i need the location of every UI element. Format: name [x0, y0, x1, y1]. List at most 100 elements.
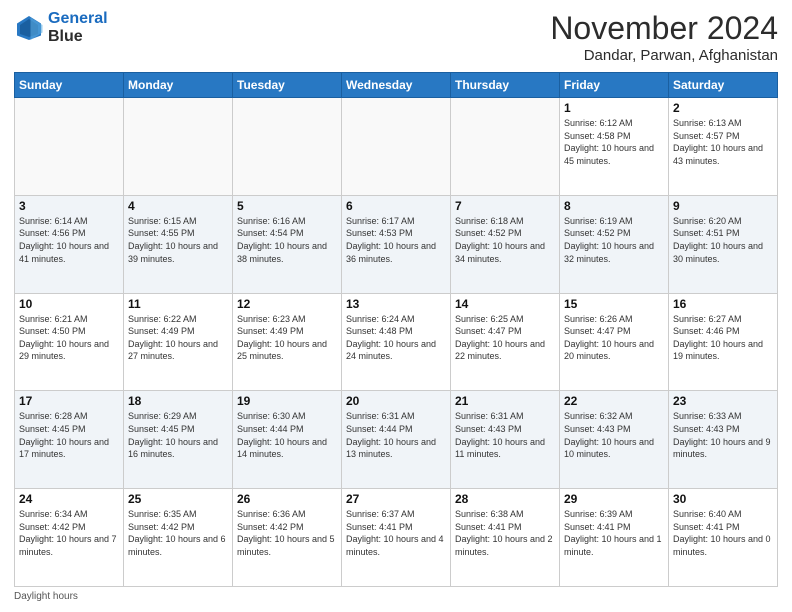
- day-number: 25: [128, 492, 228, 506]
- footer: Daylight hours: [14, 591, 778, 602]
- day-info: Sunrise: 6:35 AM Sunset: 4:42 PM Dayligh…: [128, 508, 228, 558]
- day-number: 19: [237, 394, 337, 408]
- day-info: Sunrise: 6:39 AM Sunset: 4:41 PM Dayligh…: [564, 508, 664, 558]
- day-number: 23: [673, 394, 773, 408]
- day-number: 28: [455, 492, 555, 506]
- day-info: Sunrise: 6:27 AM Sunset: 4:46 PM Dayligh…: [673, 313, 773, 363]
- day-number: 3: [19, 199, 119, 213]
- logo-text: General Blue: [48, 10, 108, 45]
- day-number: 11: [128, 297, 228, 311]
- dow-header-tuesday: Tuesday: [233, 73, 342, 98]
- calendar-cell: 28 Sunrise: 6:38 AM Sunset: 4:41 PM Dayli…: [451, 489, 560, 587]
- day-info: Sunrise: 6:38 AM Sunset: 4:41 PM Dayligh…: [455, 508, 555, 558]
- day-number: 27: [346, 492, 446, 506]
- week-row-4: 17Sunrise: 6:28 AM Sunset: 4:45 PM Dayli…: [15, 391, 778, 489]
- day-number: 17: [19, 394, 119, 408]
- daylight-label: Daylight hours: [14, 591, 78, 602]
- day-info: Sunrise: 6:34 AM Sunset: 4:42 PM Dayligh…: [19, 508, 119, 558]
- day-of-week-row: SundayMondayTuesdayWednesdayThursdayFrid…: [15, 73, 778, 98]
- day-number: 6: [346, 199, 446, 213]
- day-number: 26: [237, 492, 337, 506]
- day-number: 2: [673, 101, 773, 115]
- day-info: Sunrise: 6:25 AM Sunset: 4:47 PM Dayligh…: [455, 313, 555, 363]
- day-number: 10: [19, 297, 119, 311]
- calendar-cell: 27 Sunrise: 6:37 AM Sunset: 4:41 PM Dayli…: [342, 489, 451, 587]
- calendar-cell: 15 Sunrise: 6:26 AM Sunset: 4:47 PM Dayli…: [560, 293, 669, 391]
- day-info: Sunrise: 6:23 AM Sunset: 4:49 PM Dayligh…: [237, 313, 337, 363]
- calendar-cell: 8Sunrise: 6:19 AM Sunset: 4:52 PM Daylig…: [560, 195, 669, 293]
- title-block: November 2024 Dandar, Parwan, Afghanista…: [550, 10, 778, 64]
- logo: General Blue: [14, 10, 108, 45]
- day-number: 21: [455, 394, 555, 408]
- calendar-cell: 1 Sunrise: 6:12 AM Sunset: 4:58 PM Daylig…: [560, 98, 669, 196]
- dow-header-wednesday: Wednesday: [342, 73, 451, 98]
- dow-header-saturday: Saturday: [669, 73, 778, 98]
- calendar-cell: [124, 98, 233, 196]
- dow-header-friday: Friday: [560, 73, 669, 98]
- calendar-cell: 6Sunrise: 6:17 AM Sunset: 4:53 PM Daylig…: [342, 195, 451, 293]
- month-title: November 2024: [550, 10, 778, 47]
- page: General Blue November 2024 Dandar, Parwa…: [0, 0, 792, 612]
- calendar-cell: 30 Sunrise: 6:40 AM Sunset: 4:41 PM Dayli…: [669, 489, 778, 587]
- calendar-cell: 9 Sunrise: 6:20 AM Sunset: 4:51 PM Daylig…: [669, 195, 778, 293]
- logo-icon: [14, 13, 44, 43]
- dow-header-monday: Monday: [124, 73, 233, 98]
- day-number: 13: [346, 297, 446, 311]
- calendar-cell: 26 Sunrise: 6:36 AM Sunset: 4:42 PM Dayli…: [233, 489, 342, 587]
- calendar-cell: 19 Sunrise: 6:30 AM Sunset: 4:44 PM Dayli…: [233, 391, 342, 489]
- calendar-cell: 16 Sunrise: 6:27 AM Sunset: 4:46 PM Dayli…: [669, 293, 778, 391]
- day-info: Sunrise: 6:20 AM Sunset: 4:51 PM Dayligh…: [673, 215, 773, 265]
- day-number: 20: [346, 394, 446, 408]
- day-info: Sunrise: 6:37 AM Sunset: 4:41 PM Dayligh…: [346, 508, 446, 558]
- day-number: 12: [237, 297, 337, 311]
- day-number: 7: [455, 199, 555, 213]
- day-info: Sunrise: 6:12 AM Sunset: 4:58 PM Dayligh…: [564, 117, 664, 167]
- week-row-1: 1 Sunrise: 6:12 AM Sunset: 4:58 PM Daylig…: [15, 98, 778, 196]
- calendar-cell: 11 Sunrise: 6:22 AM Sunset: 4:49 PM Dayli…: [124, 293, 233, 391]
- calendar: SundayMondayTuesdayWednesdayThursdayFrid…: [14, 72, 778, 587]
- calendar-cell: 24 Sunrise: 6:34 AM Sunset: 4:42 PM Dayli…: [15, 489, 124, 587]
- calendar-cell: 10Sunrise: 6:21 AM Sunset: 4:50 PM Dayli…: [15, 293, 124, 391]
- day-info: Sunrise: 6:22 AM Sunset: 4:49 PM Dayligh…: [128, 313, 228, 363]
- calendar-cell: [451, 98, 560, 196]
- day-info: Sunrise: 6:30 AM Sunset: 4:44 PM Dayligh…: [237, 410, 337, 460]
- calendar-body: 1 Sunrise: 6:12 AM Sunset: 4:58 PM Daylig…: [15, 98, 778, 587]
- calendar-cell: 14Sunrise: 6:25 AM Sunset: 4:47 PM Dayli…: [451, 293, 560, 391]
- day-info: Sunrise: 6:26 AM Sunset: 4:47 PM Dayligh…: [564, 313, 664, 363]
- day-number: 4: [128, 199, 228, 213]
- calendar-cell: 21Sunrise: 6:31 AM Sunset: 4:43 PM Dayli…: [451, 391, 560, 489]
- location-title: Dandar, Parwan, Afghanistan: [550, 47, 778, 64]
- calendar-cell: [15, 98, 124, 196]
- day-number: 24: [19, 492, 119, 506]
- day-info: Sunrise: 6:24 AM Sunset: 4:48 PM Dayligh…: [346, 313, 446, 363]
- day-number: 30: [673, 492, 773, 506]
- calendar-cell: 23 Sunrise: 6:33 AM Sunset: 4:43 PM Dayli…: [669, 391, 778, 489]
- day-info: Sunrise: 6:40 AM Sunset: 4:41 PM Dayligh…: [673, 508, 773, 558]
- calendar-cell: [233, 98, 342, 196]
- day-number: 9: [673, 199, 773, 213]
- calendar-cell: 20 Sunrise: 6:31 AM Sunset: 4:44 PM Dayli…: [342, 391, 451, 489]
- day-info: Sunrise: 6:33 AM Sunset: 4:43 PM Dayligh…: [673, 410, 773, 460]
- calendar-cell: 4 Sunrise: 6:15 AM Sunset: 4:55 PM Daylig…: [124, 195, 233, 293]
- day-info: Sunrise: 6:15 AM Sunset: 4:55 PM Dayligh…: [128, 215, 228, 265]
- calendar-cell: 2 Sunrise: 6:13 AM Sunset: 4:57 PM Daylig…: [669, 98, 778, 196]
- calendar-cell: 18Sunrise: 6:29 AM Sunset: 4:45 PM Dayli…: [124, 391, 233, 489]
- calendar-cell: 17Sunrise: 6:28 AM Sunset: 4:45 PM Dayli…: [15, 391, 124, 489]
- calendar-cell: 5Sunrise: 6:16 AM Sunset: 4:54 PM Daylig…: [233, 195, 342, 293]
- day-number: 16: [673, 297, 773, 311]
- calendar-cell: 25 Sunrise: 6:35 AM Sunset: 4:42 PM Dayli…: [124, 489, 233, 587]
- calendar-cell: 12 Sunrise: 6:23 AM Sunset: 4:49 PM Dayli…: [233, 293, 342, 391]
- day-number: 22: [564, 394, 664, 408]
- calendar-cell: 3 Sunrise: 6:14 AM Sunset: 4:56 PM Daylig…: [15, 195, 124, 293]
- day-info: Sunrise: 6:13 AM Sunset: 4:57 PM Dayligh…: [673, 117, 773, 167]
- day-info: Sunrise: 6:16 AM Sunset: 4:54 PM Dayligh…: [237, 215, 337, 265]
- dow-header-sunday: Sunday: [15, 73, 124, 98]
- calendar-cell: [342, 98, 451, 196]
- day-info: Sunrise: 6:19 AM Sunset: 4:52 PM Dayligh…: [564, 215, 664, 265]
- day-info: Sunrise: 6:36 AM Sunset: 4:42 PM Dayligh…: [237, 508, 337, 558]
- day-number: 15: [564, 297, 664, 311]
- day-info: Sunrise: 6:14 AM Sunset: 4:56 PM Dayligh…: [19, 215, 119, 265]
- day-number: 1: [564, 101, 664, 115]
- day-info: Sunrise: 6:31 AM Sunset: 4:44 PM Dayligh…: [346, 410, 446, 460]
- header: General Blue November 2024 Dandar, Parwa…: [14, 10, 778, 64]
